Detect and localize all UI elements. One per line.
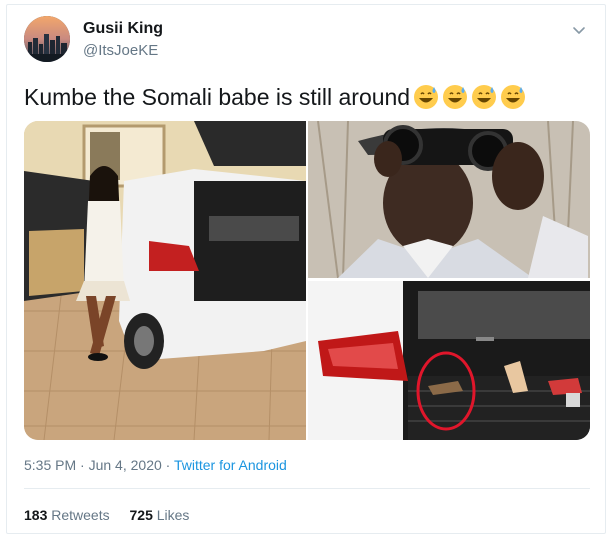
photo-man-with-binoculars[interactable] (308, 121, 590, 278)
chevron-down-icon[interactable] (571, 22, 587, 38)
grinning-sweat-emoji-icon (442, 84, 468, 110)
tweet-meta: 5:35 PM · Jun 4, 2020 · Twitter for Andr… (24, 457, 287, 473)
user-handle[interactable]: @ItsJoeKE (83, 42, 158, 59)
tweet-time[interactable]: 5:35 PM (24, 457, 76, 473)
media-grid (24, 121, 590, 440)
display-name[interactable]: Gusii King (83, 20, 163, 38)
grinning-sweat-emoji-icon (500, 84, 526, 110)
avatar[interactable] (24, 16, 70, 62)
tweet-stats: 183 Retweets 725 Likes (24, 507, 205, 523)
tweet-text-body: Kumbe the Somali babe is still around (24, 84, 411, 110)
grinning-sweat-emoji-icon (413, 84, 439, 110)
retweets-stat[interactable]: 183 Retweets (24, 507, 110, 523)
likes-stat[interactable]: 725 Likes (130, 507, 190, 523)
photo-woman-with-suv[interactable] (24, 121, 306, 440)
retweets-label: Retweets (51, 507, 110, 523)
grinning-sweat-emoji-icon (471, 84, 497, 110)
tweet-text: Kumbe the Somali babe is still around (24, 84, 526, 111)
tweet-date[interactable]: Jun 4, 2020 (89, 457, 162, 473)
likes-label: Likes (156, 507, 190, 523)
likes-count: 725 (129, 507, 153, 523)
divider (24, 488, 590, 489)
tweet-source-link[interactable]: Twitter for Android (174, 457, 287, 473)
photo-car-boot-closeup[interactable] (308, 281, 590, 440)
meta-separator: · (80, 457, 85, 473)
meta-separator: · (165, 457, 171, 473)
retweets-count: 183 (24, 507, 48, 523)
